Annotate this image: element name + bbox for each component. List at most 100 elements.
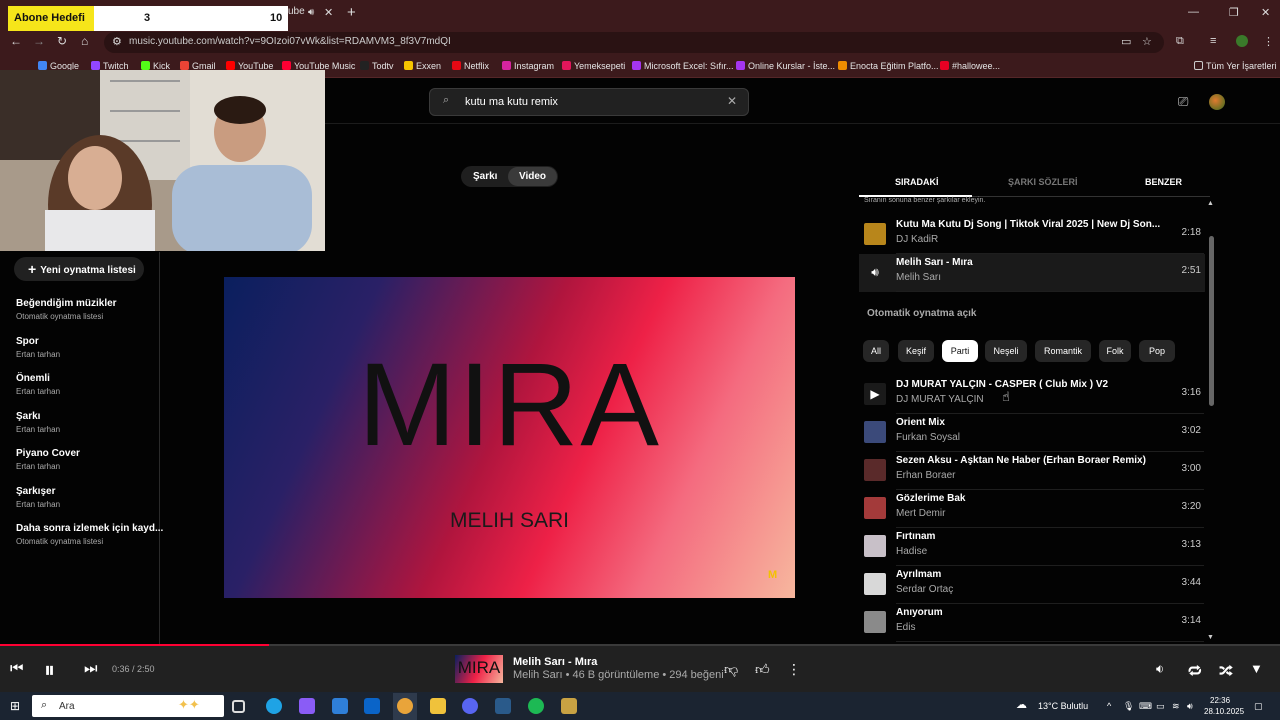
outlook-icon[interactable] [364,698,380,714]
queue-row[interactable]: Anıyorum Edis 3:14 [859,604,1205,642]
scroll-up-icon[interactable]: ▲ [1207,200,1214,207]
speaker-icon[interactable]: 🔊︎ [308,7,314,18]
clock-time[interactable]: 22:36 [1210,696,1230,705]
track-thumbnail[interactable] [864,497,886,519]
new-tab-button[interactable]: + [347,4,356,21]
task-view-icon[interactable] [232,700,245,713]
bookmark-item[interactable]: Instagram [502,61,554,71]
notification-icon[interactable]: ▢ [1254,701,1263,712]
bookmark-item[interactable]: Online Kurslar - İste... [736,61,835,71]
back-icon[interactable]: ← [10,34,22,48]
steam-icon[interactable] [495,698,511,714]
dislike-icon[interactable]: 👎︎ [724,661,738,678]
playlist-title[interactable]: Önemli [16,373,50,384]
like-icon[interactable]: 👍︎ [755,661,770,678]
edge-icon[interactable] [266,698,282,714]
now-playing-thumbnail[interactable]: MIRA [455,655,503,683]
pause-icon[interactable]: ⏸ [44,657,55,683]
filter-chip[interactable]: Romantik [1035,340,1091,362]
window-close-icon[interactable]: ✕ [1261,6,1270,19]
tray-mic-icon[interactable]: 🎙︎ [1123,701,1134,712]
now-playing-title[interactable]: Melih Sarı - Mıra [513,656,597,668]
scrollbar[interactable] [1209,236,1214,406]
bookmark-item[interactable]: Enocta Eğitim Platfo... [838,61,939,71]
bookmark-item[interactable]: Exxen [404,61,441,71]
menu-icon[interactable]: ⋮ [1263,35,1274,48]
explorer-icon[interactable] [430,698,446,714]
playlist-title[interactable]: Piyano Cover [16,448,80,459]
forward-icon[interactable]: → [33,34,45,48]
toggle-video[interactable]: Video [508,167,557,186]
repeat-icon[interactable]: 🔁︎ [1188,660,1202,681]
search-icon[interactable]: ⌕ [443,94,449,107]
tab-title[interactable]: ube [288,6,305,17]
tray-lang-icon[interactable]: ⌨ [1139,701,1152,712]
queue-row[interactable]: Kutu Ma Kutu Dj Song | Tiktok Viral 2025… [859,216,1205,254]
site-info-icon[interactable]: ⚙ [112,35,122,48]
shuffle-icon[interactable]: 🔀︎ [1219,660,1233,681]
queue-row[interactable]: Sezen Aksu - Aşktan Ne Haber (Erhan Bora… [859,452,1205,490]
previous-icon[interactable]: ⏮ [10,660,24,677]
reload-icon[interactable]: ↻ [57,34,67,48]
spotify-icon[interactable] [528,698,544,714]
filter-chip[interactable]: Folk [1099,340,1131,362]
tab-related[interactable]: BENZER [1145,177,1182,187]
avatar[interactable] [1209,94,1225,110]
queue-row[interactable]: Orient Mix Furkan Soysal 3:02 [859,414,1205,452]
volume-icon[interactable]: 🔉︎ [1156,661,1164,677]
tray-overflow-icon[interactable]: ^ [1107,701,1111,711]
clear-search-icon[interactable]: ✕ [727,94,737,108]
sound-icon[interactable]: 🔊︎ [1187,701,1193,712]
playlist-title[interactable]: Spor [16,336,39,347]
queue-row[interactable]: 🔊︎ Melih Sarı - Mıra Melih Sarı 2:51 [859,254,1205,292]
store-icon[interactable] [332,698,348,714]
next-icon[interactable]: ⏭ [84,660,98,677]
playlist-title[interactable]: Şarkışer [16,486,55,497]
extensions-icon[interactable]: ⧉ [1176,35,1184,48]
home-icon[interactable]: ⌂ [81,34,88,48]
chrome-icon[interactable] [397,698,413,714]
playlist-title[interactable]: Şarkı [16,411,40,422]
network-icon[interactable]: ▭ [1156,701,1165,712]
bookmark-item[interactable]: Netflix [452,61,489,71]
scroll-down-icon[interactable]: ▼ [1207,634,1214,641]
track-thumbnail[interactable] [864,535,886,557]
filter-chip[interactable]: Parti [942,340,978,362]
track-thumbnail[interactable]: 🔊︎ [864,261,886,283]
more-icon[interactable]: ⋮ [787,661,801,678]
restore-icon[interactable]: ❐ [1229,6,1239,19]
playlist-title[interactable]: Daha sonra izlemek için kayd... [16,523,163,534]
queue-row[interactable]: ▶ DJ MURAT YALÇIN - CASPER ( Club Mix ) V… [859,376,1205,414]
wifi-icon[interactable]: ≋ [1172,701,1180,712]
bookmark-item[interactable]: #hallowee... [940,61,1000,71]
media-icon[interactable]: ≡ [1210,35,1216,47]
filter-chip[interactable]: Keşif [898,340,934,362]
queue-row[interactable]: Gözlerime Bak Mert Demir 3:20 [859,490,1205,528]
filter-chip[interactable]: All [863,340,889,362]
track-thumbnail[interactable]: ▶ [864,383,886,405]
bookmark-item[interactable]: Microsoft Excel: Sıfır... [632,61,734,71]
tab-lyrics[interactable]: ŞARKI SÖZLERİ [1008,177,1078,187]
bookmark-item[interactable]: Todtv [360,61,394,71]
search-input[interactable]: kutu ma kutu remix [465,96,558,108]
close-icon[interactable]: ✕ [324,6,333,19]
tab-next[interactable]: SIRADAKİ [895,177,939,187]
taskbar-search-input[interactable]: Ara [59,701,75,712]
windows-start-icon[interactable]: ⊞ [10,699,20,713]
filter-chip[interactable]: Neşeli [985,340,1027,362]
queue-row[interactable]: Fırtınam Hadise 3:13 [859,528,1205,566]
track-thumbnail[interactable] [864,223,886,245]
discord-icon[interactable] [462,698,478,714]
track-thumbnail[interactable] [864,459,886,481]
weather-text[interactable]: 13°C Bulutlu [1038,701,1088,711]
lol-icon[interactable] [561,698,577,714]
bookmark-item[interactable]: Yemeksepeti [562,61,625,71]
cast-icon[interactable]: ⎚ [1178,94,1188,110]
url-text[interactable]: music.youtube.com/watch?v=9OIzoi07vWk&li… [129,36,451,47]
track-thumbnail[interactable] [864,421,886,443]
filter-chip[interactable]: Pop [1139,340,1175,362]
all-bookmarks[interactable]: Tüm Yer İşaretleri [1194,61,1277,71]
copilot-icon[interactable] [299,698,315,714]
track-thumbnail[interactable] [864,573,886,595]
clock-date[interactable]: 28.10.2025 [1204,707,1244,716]
